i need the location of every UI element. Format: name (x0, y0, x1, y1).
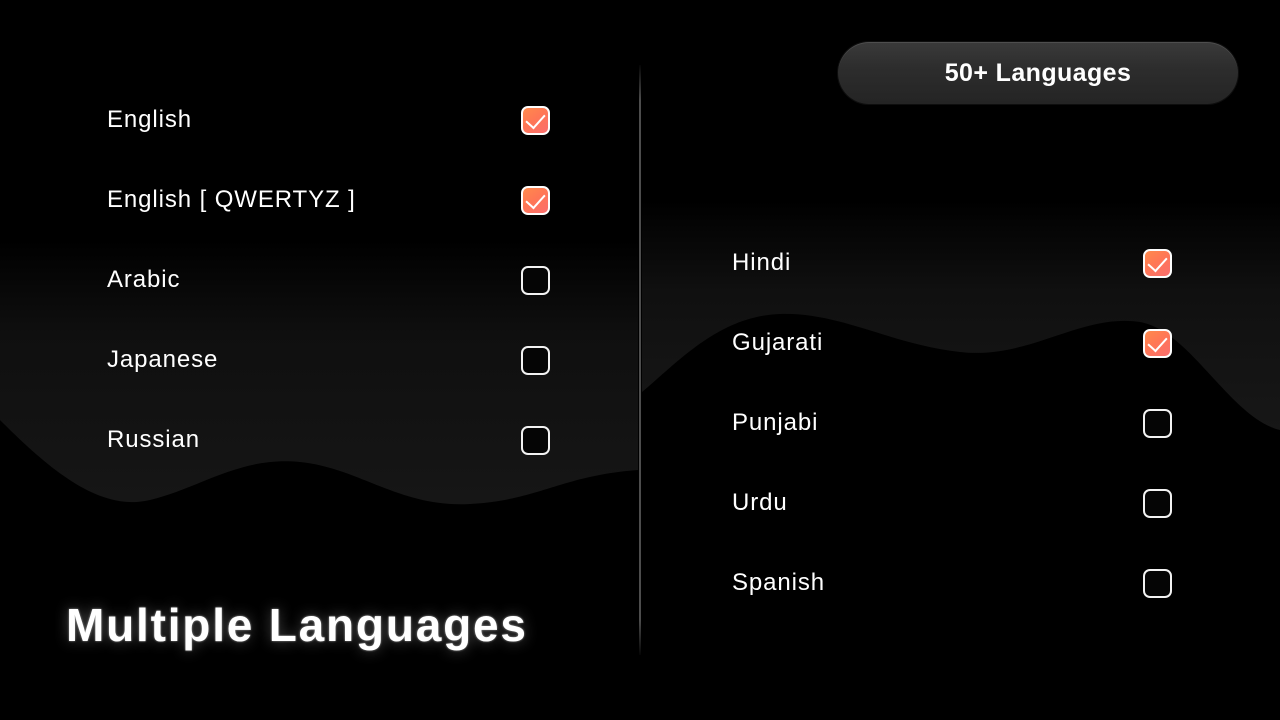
list-item[interactable]: Hindi (732, 243, 1172, 283)
language-label: Arabic (107, 266, 181, 293)
list-item[interactable]: English [ QWERTYZ ] (107, 180, 550, 220)
language-label: Japanese (107, 346, 219, 373)
language-selection-screen: 50+ Languages English English [ QWERTYZ … (0, 0, 1280, 720)
check-icon (1147, 331, 1168, 352)
language-label: Spanish (732, 569, 826, 596)
language-checkbox-russian[interactable] (521, 425, 550, 455)
language-label: Punjabi (732, 409, 819, 436)
language-label: Hindi (732, 249, 792, 276)
language-checkbox-punjabi[interactable] (1143, 408, 1172, 438)
check-icon (1147, 251, 1168, 272)
language-checkbox-english[interactable] (521, 105, 550, 135)
list-item[interactable]: Japanese (107, 340, 550, 380)
vertical-divider (639, 65, 641, 655)
language-label: English (107, 106, 193, 133)
language-list-right: Hindi Gujarati Punjabi Urdu Spanish (732, 243, 1172, 643)
language-label: Urdu (732, 489, 788, 516)
list-item[interactable]: Arabic (107, 260, 550, 300)
list-item[interactable]: English (107, 100, 550, 140)
languages-count-badge: 50+ Languages (838, 42, 1238, 104)
language-label: Gujarati (732, 329, 824, 356)
check-icon (525, 188, 546, 209)
list-item[interactable]: Gujarati (732, 323, 1172, 363)
list-item[interactable]: Urdu (732, 483, 1172, 523)
list-item[interactable]: Spanish (732, 563, 1172, 603)
language-label: English [ QWERTYZ ] (107, 186, 356, 213)
language-label: Russian (107, 426, 201, 453)
page-title: Multiple Languages (66, 599, 528, 651)
language-checkbox-gujarati[interactable] (1143, 328, 1172, 358)
language-checkbox-arabic[interactable] (521, 265, 550, 295)
list-item[interactable]: Punjabi (732, 403, 1172, 443)
language-checkbox-japanese[interactable] (521, 345, 550, 375)
language-checkbox-hindi[interactable] (1143, 248, 1172, 278)
check-icon (525, 108, 546, 129)
languages-count-label: 50+ Languages (944, 58, 1132, 87)
list-item[interactable]: Russian (107, 420, 550, 460)
language-checkbox-english-qwertyz[interactable] (521, 185, 550, 215)
language-checkbox-spanish[interactable] (1143, 568, 1172, 598)
language-checkbox-urdu[interactable] (1143, 488, 1172, 518)
language-list-left: English English [ QWERTYZ ] Arabic Japan… (107, 100, 550, 500)
